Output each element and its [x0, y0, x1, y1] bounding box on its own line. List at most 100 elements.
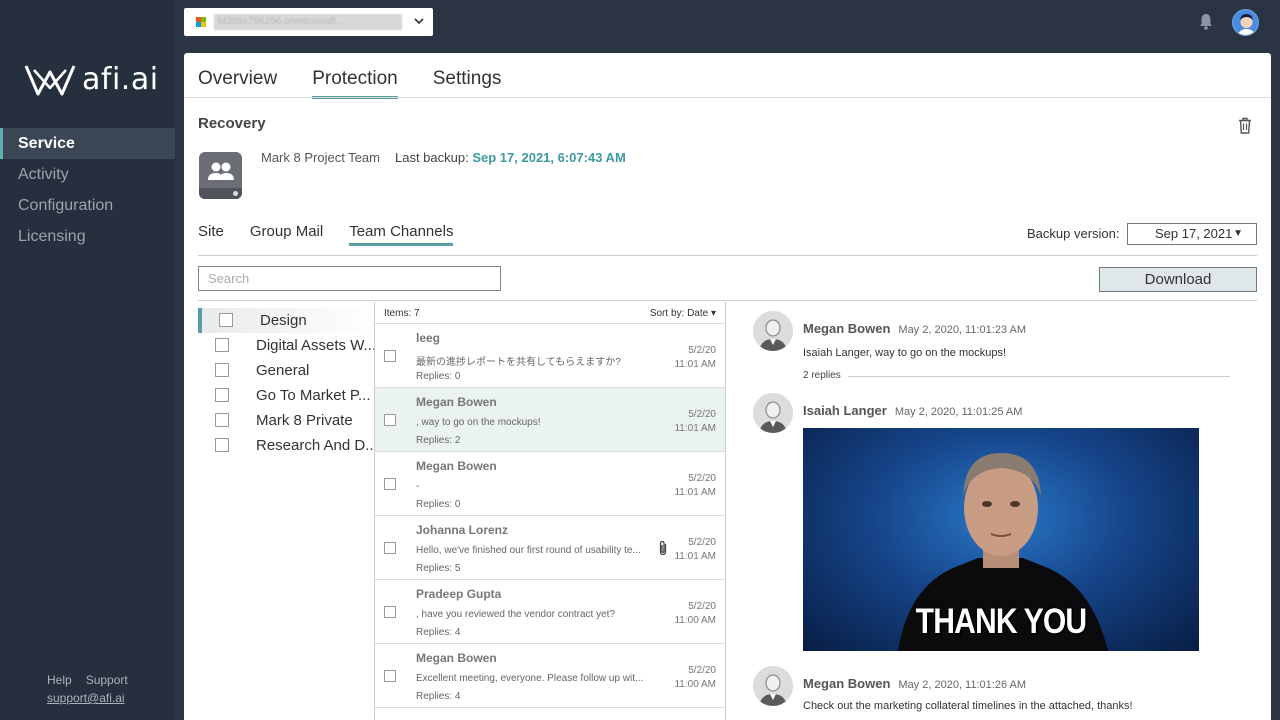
help-link[interactable]: Help — [47, 673, 72, 687]
message-checkbox[interactable] — [384, 542, 396, 554]
chevron-down-icon — [414, 18, 424, 25]
nav-item-activity[interactable]: Activity — [0, 159, 175, 190]
message-preview: - — [416, 481, 420, 492]
message-row[interactable]: Megan Bowen , way to go on the mockups! … — [375, 388, 725, 452]
paperclip-icon — [659, 540, 667, 556]
sidebar: afi.ai Service Activity Configuration Li… — [0, 0, 175, 720]
message-row[interactable]: Pradeep Gupta , have you reviewed the ve… — [375, 580, 725, 644]
user-avatar[interactable] — [1232, 9, 1259, 36]
message-checkbox[interactable] — [384, 414, 396, 426]
channel-item[interactable]: Go To Market P... — [198, 383, 373, 408]
message-preview: , way to go on the mockups! — [416, 417, 541, 428]
tab-protection[interactable]: Protection — [312, 68, 398, 99]
channel-checkbox[interactable] — [215, 413, 229, 427]
channel-checkbox[interactable] — [219, 313, 233, 327]
message-preview: , have you reviewed the vendor contract … — [416, 609, 616, 620]
message-checkbox[interactable] — [384, 606, 396, 618]
channel-name: Go To Market P... — [256, 387, 371, 404]
message-row[interactable]: Megan Bowen Excellent meeting, everyone.… — [375, 644, 725, 708]
message-replies: Replies: 0 — [416, 371, 461, 382]
thread-view: Megan Bowen May 2, 2020, 11:01:23 AM Isai… — [744, 302, 1264, 720]
thread-author-name: Megan Bowen — [803, 321, 891, 336]
crown-icon — [24, 64, 76, 95]
items-count: Items: 7 — [384, 308, 420, 319]
message-date-day: 5/2/20 — [688, 345, 716, 356]
users-icon — [208, 162, 234, 180]
bell-icon[interactable] — [1199, 13, 1213, 30]
message-author: Megan Bowen — [416, 651, 497, 665]
brand-logo[interactable]: afi.ai — [24, 62, 159, 97]
message-author: Johanna Lorenz — [416, 523, 509, 537]
support-link[interactable]: Support — [86, 673, 128, 687]
message-author: Megan Bowen — [416, 395, 497, 409]
message-replies: Replies: 4 — [416, 627, 461, 638]
section-title: Recovery — [198, 115, 266, 132]
thread-time: May 2, 2020, 11:01:26 AM — [898, 679, 1027, 691]
message-checkbox[interactable] — [384, 478, 396, 490]
message-date-time: 11:00 AM — [674, 679, 716, 690]
message-preview: 最新の進捗レポートを共有してもらえますか? — [416, 357, 621, 368]
message-list: Items: 7 Sort by: Date ▾ leeg 最新の進捗レポートを… — [374, 302, 726, 720]
message-date-time: 11:01 AM — [674, 551, 716, 562]
subtab-team-channels[interactable]: Team Channels — [349, 223, 454, 246]
trash-icon[interactable] — [1238, 117, 1252, 134]
gif-caption: THANK YOU — [915, 602, 1088, 641]
caret-down-icon: ▾ — [710, 308, 716, 319]
last-backup-value: Sep 17, 2021, 6:07:43 AM — [472, 150, 626, 165]
thread-time: May 2, 2020, 11:01:23 AM — [898, 324, 1027, 336]
message-replies: Replies: 0 — [416, 499, 461, 510]
thread-author: Megan Bowen May 2, 2020, 11:01:23 AM — [803, 321, 1026, 336]
subtab-site[interactable]: Site — [198, 223, 224, 246]
content-divider — [198, 300, 1257, 301]
channel-checkbox[interactable] — [215, 388, 229, 402]
tenant-selector[interactable]: M365x796256.onmicrosoft... — [184, 8, 433, 36]
last-backup-label: Last backup: — [395, 150, 469, 165]
channel-item[interactable]: Mark 8 Private — [198, 408, 373, 433]
support-email-link[interactable]: support@afi.ai — [47, 691, 128, 705]
backup-version-select[interactable]: Sep 17, 2021 ▼ — [1127, 223, 1257, 245]
message-date: 5/2/20 11:00 AM — [674, 664, 716, 692]
tab-settings[interactable]: Settings — [433, 68, 502, 99]
search-input[interactable] — [198, 266, 501, 291]
message-row[interactable]: Megan Bowen - Replies: 0 5/2/20 11:01 AM — [375, 452, 725, 516]
message-checkbox[interactable] — [384, 350, 396, 362]
message-row[interactable]: leeg 最新の進捗レポートを共有してもらえますか? Replies: 0 5/… — [375, 324, 725, 388]
message-date-time: 11:00 AM — [674, 615, 716, 626]
sort-dropdown[interactable]: Sort by: Date ▾ — [650, 308, 716, 319]
message-row[interactable]: Johanna Lorenz Hello, we've finished our… — [375, 516, 725, 580]
subtabs-divider — [198, 255, 1257, 256]
main-tabs: Overview Protection Settings — [198, 68, 501, 99]
channel-item[interactable]: General — [198, 358, 373, 383]
channel-item[interactable]: Research And D... — [198, 433, 378, 458]
channel-list: Design Digital Assets W... General Go To… — [198, 308, 378, 458]
message-author: Megan Bowen — [416, 459, 497, 473]
tabs-divider — [184, 97, 1271, 98]
thread-author-name: Isaiah Langer — [803, 403, 887, 418]
message-date-time: 11:01 AM — [674, 423, 716, 434]
thread-replies-link[interactable]: 2 replies — [803, 370, 841, 381]
sub-tabs: Site Group Mail Team Channels — [198, 223, 454, 246]
avatar — [753, 666, 793, 706]
channel-checkbox[interactable] — [215, 438, 229, 452]
top-bar: M365x796256.onmicrosoft... — [175, 0, 1280, 44]
message-date-day: 5/2/20 — [688, 537, 716, 548]
nav-item-service[interactable]: Service — [0, 128, 175, 159]
channel-item[interactable]: Design — [198, 308, 373, 333]
message-date-day: 5/2/20 — [688, 473, 716, 484]
nav-item-configuration[interactable]: Configuration — [0, 190, 175, 221]
tab-overview[interactable]: Overview — [198, 68, 277, 99]
channel-checkbox[interactable] — [215, 338, 229, 352]
avatar — [753, 393, 793, 433]
person-avatar-icon — [753, 666, 793, 706]
channel-item[interactable]: Digital Assets W... — [198, 333, 376, 358]
message-checkbox[interactable] — [384, 670, 396, 682]
thank-you-gif[interactable]: THANK YOU — [803, 428, 1199, 651]
download-button[interactable]: Download — [1099, 267, 1257, 292]
main-panel: Overview Protection Settings Recovery Ma… — [184, 53, 1271, 720]
avatar — [753, 311, 793, 351]
nav-item-licensing[interactable]: Licensing — [0, 221, 175, 252]
message-preview: Hello, we've finished our first round of… — [416, 545, 641, 556]
channel-name: Mark 8 Private — [256, 412, 353, 429]
subtab-group-mail[interactable]: Group Mail — [250, 223, 323, 246]
channel-checkbox[interactable] — [215, 363, 229, 377]
